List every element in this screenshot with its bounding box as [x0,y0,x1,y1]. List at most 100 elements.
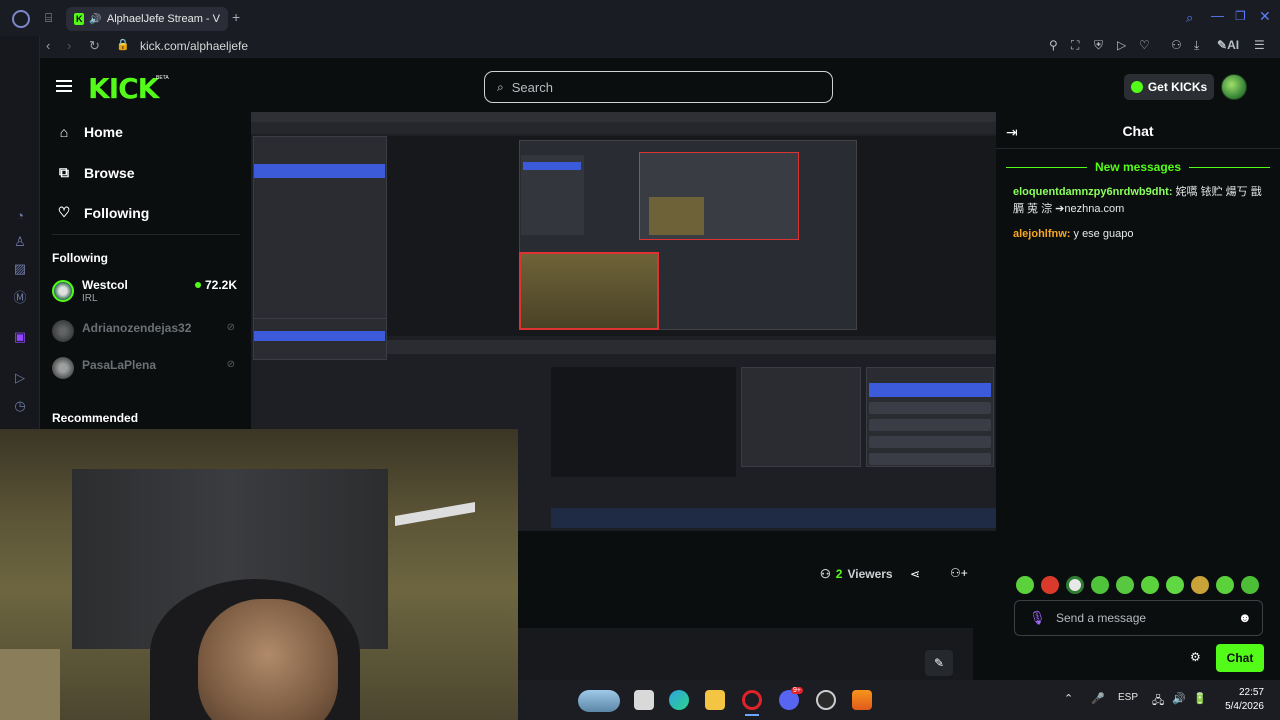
chat-input-placeholder: Send a message [1056,611,1147,625]
minimize-button[interactable]: — [1211,8,1224,23]
divider-line [1006,166,1087,168]
hamburger-menu-icon[interactable] [56,80,72,92]
network-icon[interactable]: 🖧 [1152,692,1164,711]
obs-selected-scene [254,164,385,178]
nav-home[interactable]: ⌂ Home [56,124,123,140]
mic-icon[interactable]: 🎙 [1029,610,1046,626]
nav-following-label: Following [84,204,150,221]
add-friend-icon[interactable]: ⚇+ [950,566,968,580]
emote-icon[interactable] [1166,576,1184,594]
tray-mic-icon[interactable]: 🎤 [1091,692,1105,705]
reload-icon[interactable]: ↻ [89,38,100,54]
workspace-icon[interactable]: ▨ [11,260,29,278]
shield-icon[interactable]: ⛨ [1094,38,1103,53]
obs-record-button [869,402,991,414]
snapshot-icon[interactable]: ⛶ [1071,38,1079,53]
easy-setup-icon[interactable]: ☰ [1254,38,1265,52]
forward-icon[interactable]: › [67,38,71,53]
emote-icon[interactable] [1191,576,1209,594]
aria-icon[interactable]: ◔ [11,206,29,224]
divider [996,148,1280,149]
chat-settings-icon[interactable]: ⚙ [1190,650,1201,664]
play-icon[interactable]: ▷ [1117,38,1126,52]
obs-studio-mode-button [869,436,991,448]
search-tabs-icon[interactable]: ⌕ [1186,10,1193,26]
ai-label: AI [1227,38,1240,52]
pin-icon[interactable]: ⚲ [1049,38,1058,52]
chat-username[interactable]: alejohlfnw: [1013,228,1070,240]
emoji-icon[interactable]: ☻ [1238,610,1252,625]
new-messages-label: New messages [1094,160,1182,174]
following-channel-pasalaplena[interactable]: PasaLaPlena ⊘ [52,353,237,385]
nav-following[interactable]: ♡ Following [56,204,150,221]
speaker-icon[interactable]: 🔊 [89,14,101,25]
new-tab-button[interactable]: + [232,9,240,25]
obs-menubar [251,122,996,134]
file-explorer-icon[interactable] [705,690,725,710]
chat-send-button[interactable]: Chat [1216,644,1264,672]
volume-icon[interactable]: 🔊 [1172,692,1186,705]
viewers-icon: ⚇ [820,567,831,581]
search-placeholder: Search [511,79,553,95]
share-icon[interactable]: ⋖ [910,567,920,581]
bot-icon[interactable]: ♙ [11,233,29,251]
emote-icon[interactable] [1141,576,1159,594]
task-view-icon[interactable] [634,690,654,710]
opera-menu-icon[interactable] [12,10,30,28]
clock-time[interactable]: 22:57 [1226,687,1264,698]
player-icon[interactable]: ▷ [11,369,29,387]
messenger-icon[interactable]: Ⓜ [11,287,29,305]
url-text[interactable]: kick.com/alphaeljefe [140,39,248,53]
back-icon[interactable]: ‹ [46,38,50,53]
chat-message[interactable]: alejohlfnw: y ese guapo [1013,226,1269,243]
new-messages-divider: New messages [1006,160,1270,174]
emote-icon[interactable] [1066,576,1084,594]
channel-avatar [52,320,74,342]
emote-icon[interactable] [1016,576,1034,594]
emote-icon[interactable] [1241,576,1259,594]
user-avatar[interactable] [1221,74,1247,100]
ai-button[interactable]: ✎AI [1217,38,1239,52]
tab-title: AlphaelJefe Stream - V [106,13,220,25]
search-input[interactable]: ⌕ Search [484,71,833,103]
room-wall [0,649,60,720]
tab-list-icon[interactable]: ⌸ [45,11,52,26]
following-channel-adrianozendejas32[interactable]: Adrianozendejas32 ⊘ [52,316,237,348]
opera-taskbar-icon[interactable] [742,690,762,710]
wallet-icon[interactable]: ⚇ [1171,38,1182,52]
twitch-icon[interactable]: ▣ [11,328,29,346]
edge-icon[interactable] [669,690,689,710]
battery-icon[interactable]: 🔋 [1193,692,1207,705]
heart-icon[interactable]: ♡ [1139,38,1150,52]
emote-icon[interactable] [1041,576,1059,594]
following-channel-westcol[interactable]: Westcol IRL 72.2K [52,276,237,308]
chat-username[interactable]: eloquentdamnzpy6nrdwb9dht: [1013,186,1173,198]
browse-icon: ⧉ [59,164,69,180]
maximize-button[interactable]: ❐ [1235,9,1246,23]
nav-home-label: Home [84,124,123,140]
weather-widget-icon[interactable] [578,690,620,712]
search-icon: ⌕ [497,79,504,94]
emote-icon[interactable] [1216,576,1234,594]
chat-message-input[interactable]: 🎙 Send a message ☻ [1014,600,1263,636]
kicks-coin-icon [1130,81,1143,93]
edit-button[interactable]: ✎ [925,650,953,676]
tab-active[interactable]: K 🔊 AlphaelJefe Stream - V [66,7,228,31]
history-icon[interactable]: ◷ [11,397,29,415]
tray-overflow-icon[interactable]: ⌃ [1064,692,1073,705]
close-window-button[interactable]: ✕ [1259,8,1271,25]
nav-browse[interactable]: ⧉ Browse [56,164,135,181]
get-kicks-button[interactable]: Get KICKs [1124,74,1214,100]
fl-studio-icon[interactable] [852,690,872,710]
emote-icon[interactable] [1116,576,1134,594]
language-indicator[interactable]: ESP [1118,692,1138,703]
obs-selected-source [254,331,385,341]
download-icon[interactable]: ⤓ [1194,38,1199,53]
discord-badge: 9+ [791,687,803,694]
lock-icon: 🔒 [116,39,130,51]
app-icon[interactable] [816,690,836,710]
chat-message[interactable]: eloquentdamnzpy6nrdwb9dht: 姹嚆 铱贮 煬丂 戩膈 莵… [1013,184,1269,218]
clock-date[interactable]: 5/4/2026 [1218,701,1264,712]
kick-logo[interactable]: KICK [88,72,159,105]
emote-icon[interactable] [1091,576,1109,594]
